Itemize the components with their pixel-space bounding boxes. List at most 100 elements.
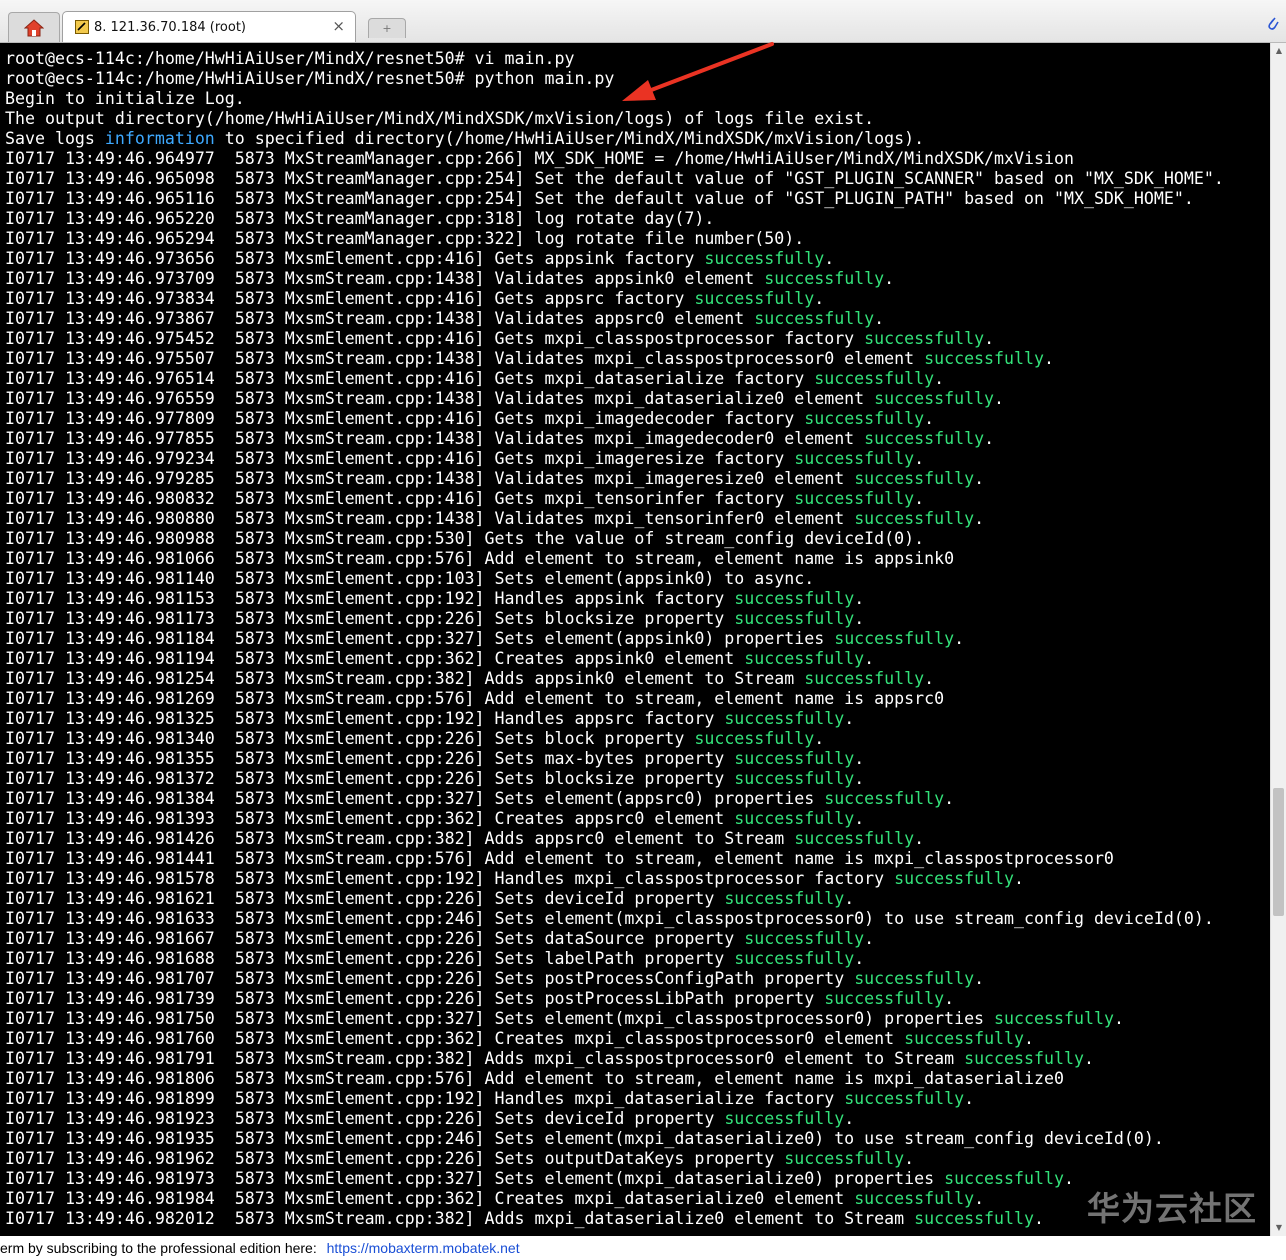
line-text: I0717 13:49:46.981066 5873 MxsmStream.cp… (5, 549, 955, 568)
status-text: erm by subscribing to the professional e… (0, 1240, 317, 1256)
line-text: I0717 13:49:46.981184 5873 MxsmElement.c… (5, 629, 835, 648)
terminal-line: I0717 13:49:46.965098 5873 MxStreamManag… (5, 169, 1224, 189)
success-text: successfully (704, 249, 825, 268)
terminal-line: I0717 13:49:46.981923 5873 MxsmElement.c… (5, 1109, 1224, 1129)
line-text: I0717 13:49:46.973709 5873 MxsmStream.cp… (5, 269, 765, 288)
terminal-line: I0717 13:49:46.981899 5873 MxsmElement.c… (5, 1089, 1224, 1109)
line-text: . (944, 789, 955, 808)
success-text: successfully (874, 389, 995, 408)
tab-session[interactable]: 8. 121.36.70.184 (root) × (62, 11, 356, 42)
success-text: successfully (794, 489, 915, 508)
success-text: successfully (854, 1189, 975, 1208)
home-tab[interactable] (8, 12, 60, 42)
success-text: successfully (784, 1149, 905, 1168)
line-text: . (974, 969, 985, 988)
line-text: I0717 13:49:46.981384 5873 MxsmElement.c… (5, 789, 825, 808)
line-text: . (874, 309, 885, 328)
line-text: root@ecs-114c:/home/HwHiAiUser/MindX/res… (5, 49, 575, 68)
terminal-line: I0717 13:49:46.981355 5873 MxsmElement.c… (5, 749, 1224, 769)
line-text: I0717 13:49:46.981441 5873 MxsmStream.cp… (5, 849, 1114, 868)
status-bar: erm by subscribing to the professional e… (0, 1236, 1286, 1260)
line-text: . (814, 729, 825, 748)
scrollbar-thumb[interactable] (1273, 788, 1284, 916)
home-icon (24, 18, 44, 36)
line-text: I0717 13:49:46.965220 5873 MxStreamManag… (5, 209, 715, 228)
line-text: . (1113, 1009, 1124, 1028)
line-text: I0717 13:49:46.977809 5873 MxsmElement.c… (5, 409, 805, 428)
line-text: I0717 13:49:46.981355 5873 MxsmElement.c… (5, 749, 735, 768)
line-text: I0717 13:49:46.976514 5873 MxsmElement.c… (5, 369, 815, 388)
line-text: I0717 13:49:46.976559 5873 MxsmStream.cp… (5, 389, 875, 408)
line-text: I0717 13:49:46.979234 5873 MxsmElement.c… (5, 449, 795, 468)
terminal-line: I0717 13:49:46.981633 5873 MxsmElement.c… (5, 909, 1224, 929)
line-text: . (884, 269, 895, 288)
plus-icon: + (382, 22, 392, 35)
terminal-line: I0717 13:49:46.975507 5873 MxsmStream.cp… (5, 349, 1224, 369)
terminal-scrollbar[interactable]: ▲ ▼ (1270, 43, 1286, 1236)
line-text: I0717 13:49:46.981269 5873 MxsmStream.cp… (5, 689, 945, 708)
line-text: I0717 13:49:46.981791 5873 MxsmStream.cp… (5, 1049, 965, 1068)
success-text: successfully (854, 469, 975, 488)
line-text: I0717 13:49:46.981340 5873 MxsmElement.c… (5, 729, 695, 748)
terminal-lines: root@ecs-114c:/home/HwHiAiUser/MindX/res… (5, 49, 1224, 1229)
line-text: . (914, 829, 925, 848)
line-text: I0717 13:49:46.981393 5873 MxsmElement.c… (5, 809, 735, 828)
line-text: I0717 13:49:46.981688 5873 MxsmElement.c… (5, 949, 735, 968)
line-text: I0717 13:49:46.980988 5873 MxsmStream.cp… (5, 529, 925, 548)
terminal-line: I0717 13:49:46.981441 5873 MxsmStream.cp… (5, 849, 1224, 869)
line-text: . (984, 329, 995, 348)
scroll-up-arrow-icon[interactable]: ▲ (1271, 43, 1286, 59)
new-tab-button[interactable]: + (368, 18, 406, 38)
terminal-line: I0717 13:49:46.973834 5873 MxsmElement.c… (5, 289, 1224, 309)
highlight-text: information (104, 129, 215, 148)
success-text: successfully (994, 1009, 1114, 1028)
line-text: . (844, 1109, 855, 1128)
watermark: 华为云社区 (1087, 1189, 1257, 1228)
terminal-line: I0717 13:49:46.965116 5873 MxStreamManag… (5, 189, 1224, 209)
line-text: . (854, 749, 865, 768)
success-text: successfully (724, 709, 845, 728)
success-text: successfully (864, 429, 985, 448)
terminal-line: I0717 13:49:46.981688 5873 MxsmElement.c… (5, 949, 1224, 969)
line-text: I0717 13:49:46.981962 5873 MxsmElement.c… (5, 1149, 785, 1168)
terminal-line: The output directory(/home/HwHiAiUser/Mi… (5, 109, 1224, 129)
terminal-line: Save logs information to specified direc… (5, 129, 1224, 149)
terminal-output[interactable]: root@ecs-114c:/home/HwHiAiUser/MindX/res… (0, 43, 1270, 1236)
line-text: . (1083, 1049, 1094, 1068)
scroll-down-arrow-icon[interactable]: ▼ (1271, 1220, 1286, 1236)
line-text: . (984, 429, 995, 448)
line-text: I0717 13:49:46.981140 5873 MxsmElement.c… (5, 569, 815, 588)
success-text: successfully (944, 1169, 1064, 1188)
success-text: successfully (864, 329, 985, 348)
success-text: successfully (824, 989, 945, 1008)
line-text: I0717 13:49:46.980880 5873 MxsmStream.cp… (5, 509, 855, 528)
terminal-line: I0717 13:49:46.981393 5873 MxsmElement.c… (5, 809, 1224, 829)
upgrade-link[interactable]: https://mobaxterm.mobatek.net (327, 1240, 520, 1256)
terminal-line: I0717 13:49:46.981426 5873 MxsmStream.cp… (5, 829, 1224, 849)
line-text: I0717 13:49:46.981578 5873 MxsmElement.c… (5, 869, 895, 888)
line-text: . (964, 1089, 975, 1108)
line-text: I0717 13:49:46.973656 5873 MxsmElement.c… (5, 249, 705, 268)
paperclip-icon[interactable] (1266, 14, 1280, 37)
success-text: successfully (794, 829, 915, 848)
terminal-line: I0717 13:49:46.965220 5873 MxStreamManag… (5, 209, 1224, 229)
line-text: . (854, 769, 865, 788)
success-text: successfully (734, 949, 855, 968)
tab-bar: 8. 121.36.70.184 (root) × + (0, 0, 1286, 43)
terminal-line: I0717 13:49:46.981806 5873 MxsmStream.cp… (5, 1069, 1224, 1089)
success-text: successfully (734, 589, 855, 608)
terminal-line: I0717 13:49:46.965294 5873 MxStreamManag… (5, 229, 1224, 249)
line-text: . (824, 249, 835, 268)
line-text: . (854, 809, 865, 828)
success-text: successfully (744, 929, 865, 948)
success-text: successfully (724, 889, 845, 908)
line-text: I0717 13:49:46.981325 5873 MxsmElement.c… (5, 709, 725, 728)
line-text: . (1044, 349, 1054, 368)
line-text: The output directory(/home/HwHiAiUser/Mi… (5, 109, 875, 128)
success-text: successfully (894, 869, 1015, 888)
line-text: . (934, 369, 945, 388)
close-icon[interactable]: × (332, 17, 345, 35)
terminal-session-icon (75, 20, 89, 39)
terminal-line: I0717 13:49:46.981707 5873 MxsmElement.c… (5, 969, 1224, 989)
success-text: successfully (694, 729, 815, 748)
